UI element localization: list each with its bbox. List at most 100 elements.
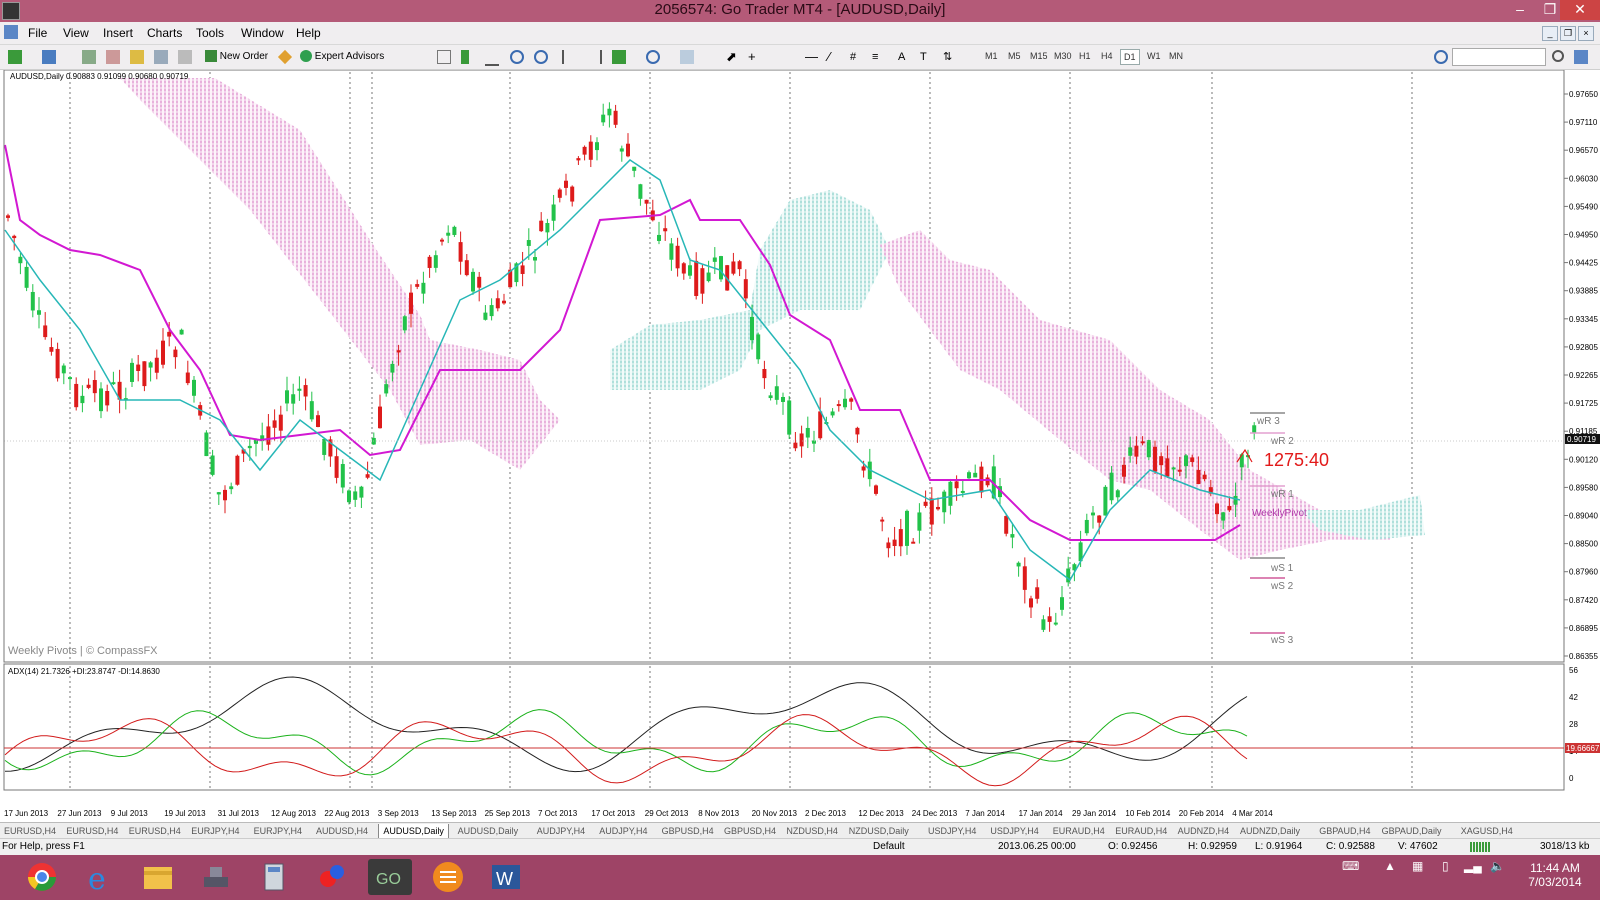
label-icon[interactable]: T <box>920 48 927 66</box>
minimize-button[interactable]: – <box>1505 0 1535 20</box>
chart-tab[interactable]: AUDJPY,H4 <box>599 824 647 838</box>
candle-body <box>154 357 159 373</box>
internet-explorer-icon[interactable]: e <box>78 859 122 897</box>
menu-window[interactable]: Window <box>241 26 284 40</box>
action-center-icon[interactable]: ▦ <box>1412 859 1423 873</box>
new-order-button[interactable]: New Order <box>205 48 268 66</box>
orange-app-icon[interactable] <box>426 859 470 895</box>
file-explorer-icon[interactable] <box>136 859 180 895</box>
chart-tab[interactable]: AUDUSD,Daily <box>458 824 519 838</box>
data-window-icon[interactable] <box>106 50 120 64</box>
chart-tab[interactable]: USDJPY,H4 <box>928 824 976 838</box>
chart-tab[interactable]: AUDNZD,Daily <box>1240 824 1300 838</box>
close-button[interactable]: ✕ <box>1560 0 1600 20</box>
templates-icon[interactable] <box>680 50 694 64</box>
signal-icon[interactable]: ▂▄ <box>1464 859 1482 873</box>
app-dots-icon[interactable] <box>310 859 354 895</box>
show-hidden-icons-icon[interactable]: ▲ <box>1384 859 1396 873</box>
chart-tab[interactable]: NZDUSD,Daily <box>849 824 909 838</box>
network-icon[interactable] <box>194 859 238 895</box>
battery-icon[interactable]: ▯ <box>1442 859 1449 873</box>
tester-icon[interactable] <box>178 50 192 64</box>
chart-tab[interactable]: AUDNZD,H4 <box>1178 824 1230 838</box>
menu-view[interactable]: View <box>63 26 89 40</box>
mdi-restore-button[interactable]: ❐ <box>1560 26 1576 41</box>
auto-scroll-icon[interactable] <box>562 50 578 64</box>
options-icon[interactable] <box>1434 50 1448 64</box>
keyboard-icon[interactable]: ⌨ <box>1342 859 1359 873</box>
chart-tab[interactable]: EURJPY,H4 <box>254 824 302 838</box>
market-watch-icon[interactable] <box>82 50 96 64</box>
clock[interactable]: 11:44 AM 7/03/2014 <box>1520 861 1590 889</box>
chart-tab[interactable]: EURJPY,H4 <box>191 824 239 838</box>
volume-icon[interactable]: 🔈 <box>1490 859 1505 873</box>
status-volume: V: 47602 <box>1398 841 1438 852</box>
candlestick-icon[interactable] <box>461 50 469 64</box>
tf-h1[interactable]: H1 <box>1076 49 1094 63</box>
candle-body <box>1109 472 1114 501</box>
new-chart-icon[interactable] <box>8 50 22 64</box>
menu-charts[interactable]: Charts <box>147 26 182 40</box>
tf-w1[interactable]: W1 <box>1144 49 1164 63</box>
tf-d1[interactable]: D1 <box>1120 49 1140 65</box>
chart-tab[interactable]: GBPUSD,H4 <box>662 824 714 838</box>
tf-m1[interactable]: M1 <box>982 49 1001 63</box>
trendline-icon[interactable]: ∕ <box>828 48 830 66</box>
tf-h4[interactable]: H4 <box>1098 49 1116 63</box>
chrome-icon[interactable] <box>20 859 64 895</box>
chart-tab[interactable]: NZDUSD,H4 <box>786 824 838 838</box>
tf-m5[interactable]: M5 <box>1005 49 1024 63</box>
indicators-icon[interactable] <box>612 50 626 64</box>
metaeditor-icon[interactable] <box>277 49 293 65</box>
chart-tab[interactable]: EURAUD,H4 <box>1053 824 1105 838</box>
cursor-icon[interactable]: ⬈ <box>726 48 737 66</box>
chart-tab[interactable]: GBPAUD,H4 <box>1319 824 1370 838</box>
tf-m15[interactable]: M15 <box>1027 49 1051 63</box>
chart-tab[interactable]: AUDUSD,H4 <box>316 824 368 838</box>
chart-canvas[interactable]: 0.97650 0.97110 0.96570 0.96030 0.95490 0.949… <box>0 69 1600 822</box>
chart-tab[interactable]: EURUSD,H4 <box>4 824 56 838</box>
chat-icon[interactable] <box>1574 50 1588 64</box>
mdi-minimize-button[interactable]: _ <box>1542 26 1558 41</box>
chart-tab[interactable]: GBPUSD,H4 <box>724 824 776 838</box>
expert-advisors-button[interactable]: Expert Advisors <box>300 48 384 66</box>
crosshair-icon[interactable]: + <box>748 48 756 66</box>
line-chart-icon[interactable] <box>485 50 499 66</box>
navigator-icon[interactable] <box>130 50 144 64</box>
word-icon[interactable]: W <box>484 859 528 895</box>
search-icon[interactable] <box>1552 50 1564 62</box>
menu-insert[interactable]: Insert <box>103 26 133 40</box>
plus-di-line <box>4 709 1248 776</box>
terminal-icon[interactable] <box>154 50 168 64</box>
fibo-icon[interactable]: ≡ <box>872 48 878 66</box>
search-input[interactable] <box>1452 48 1546 66</box>
menu-file[interactable]: File <box>28 26 47 40</box>
periods-icon[interactable] <box>646 50 660 64</box>
channel-icon[interactable]: # <box>850 48 856 66</box>
tf-m30[interactable]: M30 <box>1051 49 1075 63</box>
chart-tab[interactable]: EURUSD,H4 <box>129 824 181 838</box>
chart-tab[interactable]: EURAUD,H4 <box>1115 824 1167 838</box>
hline-icon[interactable]: — <box>805 48 818 66</box>
chart-tab[interactable]: XAGUSD,H4 <box>1461 824 1513 838</box>
chart-tab[interactable]: USDJPY,H4 <box>990 824 1038 838</box>
chart-tab[interactable]: AUDJPY,H4 <box>537 824 585 838</box>
chart-shift-icon[interactable] <box>586 50 602 64</box>
tf-mn[interactable]: MN <box>1166 49 1186 63</box>
mdi-close-button[interactable]: × <box>1578 26 1594 41</box>
bar-chart-icon[interactable] <box>437 50 451 64</box>
zoom-in-icon[interactable] <box>510 50 524 64</box>
chart-window[interactable]: 0.97650 0.97110 0.96570 0.96030 0.95490 0.949… <box>0 69 1600 822</box>
menu-help[interactable]: Help <box>296 26 321 40</box>
arrows-icon[interactable]: ⇅ <box>943 48 952 66</box>
chart-tab[interactable]: GBPAUD,Daily <box>1382 824 1442 838</box>
text-icon[interactable]: A <box>898 48 905 66</box>
calculator-icon[interactable] <box>252 859 296 895</box>
profiles-icon[interactable] <box>42 50 56 64</box>
go-trader-icon[interactable]: GO <box>368 859 412 895</box>
candle-body <box>74 383 79 408</box>
zoom-out-icon[interactable] <box>534 50 548 64</box>
chart-tab[interactable]: EURUSD,H4 <box>66 824 118 838</box>
chart-tab[interactable]: AUDUSD,Daily <box>378 824 449 839</box>
menu-tools[interactable]: Tools <box>196 26 224 40</box>
